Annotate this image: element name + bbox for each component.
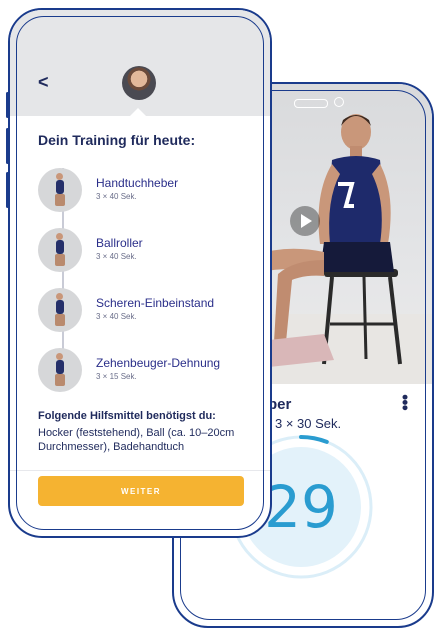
- player-exercise-meta: | 3 × 30 Sek.: [268, 416, 342, 431]
- exercise-name: Ballroller: [96, 236, 143, 250]
- exercise-sets: 3 × 40 Sek.: [96, 192, 137, 201]
- aids-text: Hocker (feststehend), Ball (ca. 10–20cm …: [38, 427, 235, 453]
- play-button[interactable]: [290, 206, 320, 236]
- exercise-item[interactable]: Zehenbeuger-Dehnung 3 × 15 Sek.: [38, 348, 258, 392]
- chevron-left-icon[interactable]: <: [38, 72, 49, 93]
- exercise-thumbnail: [38, 168, 82, 212]
- exercise-item[interactable]: Scheren-Einbeinstand 3 × 40 Sek.: [38, 288, 258, 332]
- aids-title: Folgende Hilfsmittel benötigst du:: [38, 410, 216, 422]
- play-icon: [301, 214, 312, 228]
- section-title: Dein Training für heute:: [38, 132, 196, 148]
- exercise-name: Zehenbeuger-Dehnung: [96, 356, 221, 370]
- exercise-item[interactable]: Ballroller 3 × 40 Sek.: [38, 228, 258, 272]
- exercise-name: Handtuchheber: [96, 176, 179, 190]
- device-side-button: [6, 172, 9, 208]
- exercise-name: Scheren-Einbeinstand: [96, 296, 215, 310]
- exercise-sets: 3 × 40 Sek.: [96, 312, 137, 321]
- exercise-thumbnail: [38, 288, 82, 332]
- avatar[interactable]: [122, 66, 156, 100]
- exercise-thumbnail: [38, 348, 82, 392]
- exercise-thumbnail: [38, 228, 82, 272]
- exercise-item[interactable]: Handtuchheber 3 × 40 Sek.: [38, 168, 258, 212]
- kebab-menu-icon[interactable]: •••: [395, 394, 415, 410]
- divider: [10, 470, 270, 471]
- front-camera: [334, 97, 344, 107]
- exercise-sets: 3 × 15 Sek.: [96, 372, 137, 381]
- training-plan-screen: < Dein Training für heute: Handtuchheber…: [8, 8, 272, 538]
- continue-button[interactable]: WEITER: [38, 476, 244, 506]
- speaker-grill: [294, 99, 328, 108]
- exercise-sets: 3 × 40 Sek.: [96, 252, 137, 261]
- device-side-button: [6, 128, 9, 164]
- plan-header: [10, 10, 270, 116]
- device-side-button: [6, 92, 9, 118]
- header-notch: [130, 108, 146, 116]
